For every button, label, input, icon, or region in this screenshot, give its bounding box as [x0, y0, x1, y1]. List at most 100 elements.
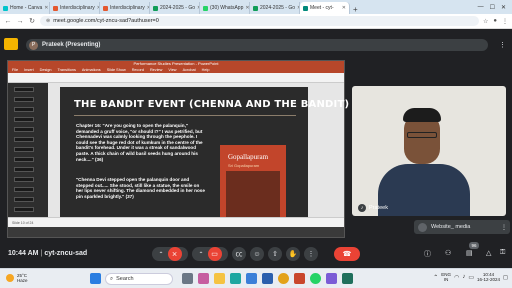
close-icon[interactable]: ✕ [44, 5, 48, 11]
chevron-up-icon[interactable]: ⌃ [433, 274, 438, 281]
meet-top-bar: P Prateek (Presenting) ⋮ [0, 29, 512, 59]
app-icon[interactable] [326, 273, 337, 284]
battery-icon[interactable]: ▭ [468, 274, 474, 281]
reload-icon[interactable]: ↻ [28, 17, 36, 25]
book-subtitle: Sri Gopallapuram [228, 163, 260, 168]
people-icon[interactable]: ⚇ [445, 249, 451, 257]
slide-paragraph: Chapter 16: "Are you going to open the p… [76, 123, 203, 162]
captions-button[interactable]: ㏄ [232, 247, 246, 261]
chevron-up-icon: ⌃ [158, 251, 164, 258]
site-icon [53, 5, 58, 11]
maximize-icon[interactable]: ☐ [490, 4, 495, 11]
taskbar-search[interactable]: ⌕ Search [105, 273, 173, 285]
minimize-icon[interactable]: — [478, 4, 484, 10]
url-input[interactable]: ⊜ meet.google.com/cyt-zncu-sad?authuser=… [40, 16, 479, 26]
ppt-menu-item: Record [131, 68, 144, 72]
browser-tab[interactable]: Interdisciplinary✕ [100, 2, 150, 14]
ppt-menu-item: Slide Show [106, 68, 126, 72]
language-indicator[interactable]: ENG IN [441, 272, 451, 282]
mic-toggle-button[interactable]: ⌃ ⨯ [152, 247, 188, 261]
windows-start-icon[interactable] [90, 273, 101, 284]
leave-call-button[interactable]: ☎ [334, 247, 360, 261]
whatsapp-icon [203, 5, 208, 11]
slide-thumbnail [14, 187, 34, 192]
emoji-button[interactable]: ☺ [250, 247, 264, 261]
mic-muted-icon: ♪ [358, 204, 366, 212]
ppt-menu-item: Transitions [57, 68, 76, 72]
new-tab-button[interactable]: + [350, 5, 361, 14]
chrome-icon[interactable] [278, 273, 289, 284]
store-icon[interactable] [246, 273, 257, 284]
menu-icon[interactable]: ⋮ [502, 18, 508, 25]
powerpoint-icon[interactable] [294, 273, 305, 284]
info-icon[interactable]: ⓘ [424, 249, 431, 259]
back-icon[interactable]: ← [4, 18, 12, 25]
present-button[interactable]: ⇧ [268, 247, 282, 261]
taskbar-clock[interactable]: 10:44 16-12-2024 [477, 272, 500, 282]
ppt-ribbon [8, 73, 344, 83]
close-icon[interactable]: ✕ [245, 5, 249, 11]
ppt-menu-item: Design [39, 68, 52, 72]
ppt-menu-item: File [12, 68, 19, 72]
close-window-icon[interactable]: ✕ [501, 4, 506, 11]
explorer-icon[interactable] [214, 273, 225, 284]
divider [74, 115, 296, 116]
sheets-icon [253, 5, 258, 11]
presentation-tile[interactable]: Website_ media ⋮ [414, 220, 510, 234]
meet-icon [303, 5, 308, 11]
slide-thumbnail [14, 157, 34, 162]
browser-tab-active[interactable]: Meet - cyt- ✕ [300, 2, 350, 14]
camera-toggle-button[interactable]: ⌃ ▭ [192, 247, 228, 261]
participant-name-label: ♪ Prateek [358, 204, 388, 212]
more-options-button[interactable]: ⋮ [304, 247, 318, 261]
whatsapp-icon[interactable] [310, 273, 321, 284]
participant-tile[interactable]: ♪ Prateek [352, 86, 506, 216]
slide-thumbnail [14, 197, 34, 202]
weather-widget[interactable]: 25°C Haze [6, 273, 28, 283]
profile-icon[interactable]: ● [493, 18, 497, 25]
raise-hand-button[interactable]: ✋ [286, 247, 300, 261]
notification-icon[interactable]: ◻ [503, 274, 508, 281]
app-icon[interactable] [342, 273, 353, 284]
more-options-icon[interactable]: ⋮ [501, 224, 507, 231]
browser-tab[interactable]: (30) WhatsApp ✕ [200, 2, 250, 14]
book-title: Gopallapuram [228, 153, 269, 161]
wifi-icon[interactable]: ◠ [454, 274, 459, 281]
volume-icon[interactable]: ♪ [462, 274, 465, 280]
presenter-label: Prateek (Presenting) [42, 42, 101, 48]
star-icon[interactable]: ☆ [483, 18, 488, 25]
ppt-body: THE BANDIT EVENT (CHENNA AND THE BANDIT)… [8, 83, 349, 227]
activities-icon[interactable]: △ [486, 249, 491, 257]
sheets-icon [153, 5, 158, 11]
participant-video-body [378, 164, 470, 216]
slide-thumbnail [14, 87, 34, 92]
close-icon[interactable]: ✕ [342, 5, 346, 11]
weather-desc: Haze [17, 278, 28, 283]
chevron-up-icon: ⌃ [198, 251, 204, 258]
browser-tab[interactable]: 2024-2025 - Go✕ [150, 2, 200, 14]
ppt-menu-item: Review [149, 68, 163, 72]
site-info-icon[interactable]: ⊜ [46, 18, 50, 24]
browser-tab[interactable]: Home - Canva ✕ [0, 2, 50, 14]
slide-thumbnail [14, 207, 34, 212]
host-controls-icon[interactable]: ⚿ [500, 249, 505, 257]
weather-sun-icon [6, 274, 14, 282]
widgets-icon[interactable] [198, 273, 209, 284]
glasses [407, 132, 437, 138]
avatar: P [29, 40, 38, 50]
slide-thumbnail [14, 117, 34, 122]
edge-icon[interactable] [230, 273, 241, 284]
browser-tab[interactable]: Interdisciplinary✕ [50, 2, 100, 14]
canva-icon [3, 5, 8, 11]
browser-tab[interactable]: 2024-2025 - Go✕ [250, 2, 300, 14]
forward-icon[interactable]: → [16, 18, 24, 25]
task-view-icon[interactable] [182, 273, 193, 284]
address-bar: ← → ↻ ⊜ meet.google.com/cyt-zncu-sad?aut… [0, 14, 512, 29]
ppt-menu-item: Help [201, 68, 210, 72]
more-options-icon[interactable]: ⋮ [499, 41, 506, 49]
ppt-menu-item: View [168, 68, 177, 72]
chat-icon[interactable]: ▤ [466, 249, 473, 257]
ppt-menu-item: Animations [81, 68, 101, 72]
slide-thumbnail [14, 147, 34, 152]
word-icon[interactable] [262, 273, 273, 284]
